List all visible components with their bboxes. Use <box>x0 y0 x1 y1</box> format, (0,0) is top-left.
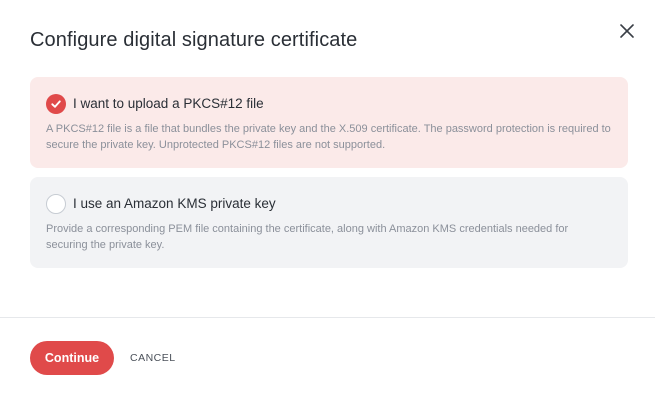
checkmark-icon <box>51 99 61 108</box>
close-icon[interactable] <box>617 21 637 41</box>
option-amazon-kms-label: I use an Amazon KMS private key <box>73 196 276 211</box>
option-header: I want to upload a PKCS#12 file <box>46 93 612 114</box>
radio-pkcs12[interactable] <box>46 93 66 114</box>
dialog-title: Configure digital signature certificate <box>30 29 358 51</box>
option-pkcs12[interactable]: I want to upload a PKCS#12 file A PKCS#1… <box>30 77 628 168</box>
option-header: I use an Amazon KMS private key <box>46 193 612 214</box>
option-pkcs12-description: A PKCS#12 file is a file that bundles th… <box>46 123 611 151</box>
option-amazon-kms-description: Provide a corresponding PEM file contain… <box>46 223 569 251</box>
radio-amazon-kms[interactable] <box>46 193 66 214</box>
close-button[interactable] <box>617 21 637 41</box>
option-amazon-kms[interactable]: I use an Amazon KMS private key Provide … <box>30 177 628 268</box>
footer-divider <box>0 317 655 318</box>
configure-certificate-dialog: Configure digital signature certificate … <box>0 0 655 393</box>
option-pkcs12-label: I want to upload a PKCS#12 file <box>73 96 264 111</box>
continue-button[interactable]: Continue <box>30 341 114 375</box>
cancel-button[interactable]: CANCEL <box>130 350 176 366</box>
